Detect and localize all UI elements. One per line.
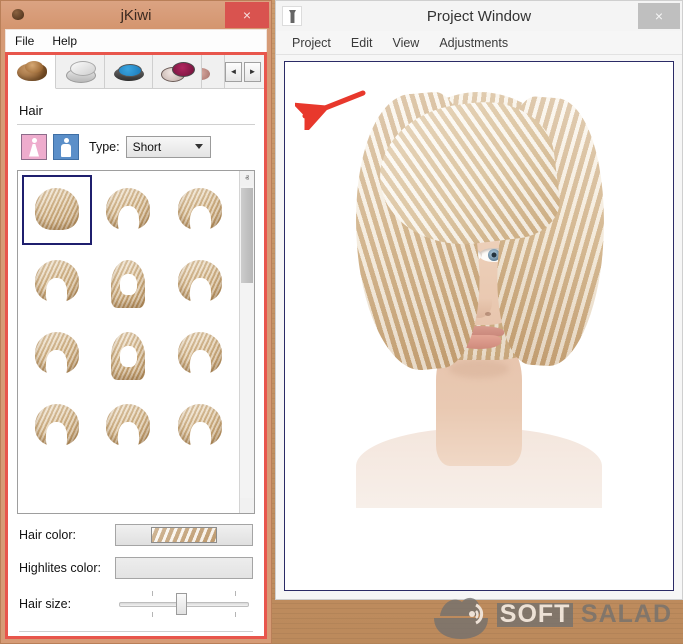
- pink-compact-tab-icon: [158, 59, 196, 85]
- hair-style-item-3[interactable]: [165, 175, 235, 245]
- jkiwi-menubar: File Help: [5, 29, 267, 52]
- silver-compact-tab-icon: [61, 59, 99, 85]
- hair-style-item-12[interactable]: [165, 391, 235, 461]
- tab-scroll-controls: ◄ ►: [225, 55, 264, 88]
- scrollbar-track[interactable]: [240, 186, 254, 498]
- hair-color-swatch[interactable]: [115, 524, 253, 546]
- gender-male-button[interactable]: [53, 134, 79, 160]
- jkiwi-window-title: jKiwi: [1, 7, 271, 24]
- hair-style-item-7[interactable]: [22, 319, 92, 389]
- hair-style-item-4[interactable]: [22, 247, 92, 317]
- type-label: Type:: [89, 140, 120, 154]
- tab-pink-compact[interactable]: [153, 55, 201, 88]
- hair-style-grid: [18, 171, 239, 513]
- slider-tick: [235, 591, 236, 596]
- watermark-line-2: SALAD: [578, 603, 675, 627]
- project-canvas[interactable]: [284, 61, 674, 591]
- scroll-down-arrow-icon[interactable]: ⱟ: [240, 498, 254, 513]
- hair-panel: Hair Type: Short: [8, 89, 264, 636]
- category-tab-strip: ◄ ►: [8, 55, 264, 89]
- highlites-color-label: Highlites color:: [19, 561, 115, 575]
- hair-style-grid-container: ⱏ ⱟ: [17, 170, 255, 514]
- menu-item-view[interactable]: View: [382, 33, 429, 53]
- hair-grid-scrollbar[interactable]: ⱏ ⱟ: [239, 171, 254, 513]
- male-person-icon: [60, 138, 72, 157]
- hair-thumbnail: [102, 256, 154, 308]
- hair-thumbnail: [31, 256, 83, 308]
- project-menubar: Project Edit View Adjustments: [276, 31, 682, 55]
- partial-tab-icon: [202, 59, 224, 85]
- hair-size-slider[interactable]: [115, 590, 253, 618]
- slider-tick: [235, 612, 236, 617]
- watermark-text: SOFT SALAD: [497, 603, 675, 627]
- project-window-title: Project Window: [276, 8, 682, 25]
- tab-next-arrow-icon[interactable]: ►: [244, 62, 261, 82]
- slider-tick: [152, 612, 153, 617]
- project-window: Project Window × Project Edit View Adjus…: [275, 0, 683, 600]
- hair-thumbnail: [102, 328, 154, 380]
- hair-thumbnail: [102, 400, 154, 452]
- menu-item-file[interactable]: File: [6, 32, 43, 50]
- scrollbar-thumb[interactable]: [241, 188, 253, 283]
- hair-style-item-6[interactable]: [165, 247, 235, 317]
- hair-color-row: Hair color:: [17, 524, 255, 546]
- hair-size-label: Hair size:: [19, 597, 115, 611]
- chevron-down-icon: [195, 144, 203, 149]
- project-titlebar[interactable]: Project Window ×: [276, 1, 682, 31]
- tab-partial[interactable]: [202, 55, 225, 88]
- hair-style-item-10[interactable]: [22, 391, 92, 461]
- menu-item-edit[interactable]: Edit: [341, 33, 383, 53]
- hair-style-item-9[interactable]: [165, 319, 235, 389]
- scroll-up-arrow-icon[interactable]: ⱏ: [240, 171, 254, 186]
- tab-blue-eyeshadow[interactable]: [105, 55, 153, 88]
- watermark-line-1: SOFT: [497, 603, 574, 627]
- hair-thumbnail: [174, 328, 226, 380]
- hair-style-item-8[interactable]: [94, 319, 164, 389]
- gender-female-button[interactable]: [21, 134, 47, 160]
- hair-color-label: Hair color:: [19, 528, 115, 542]
- highlites-color-row: Highlites color:: [17, 557, 255, 579]
- jkiwi-titlebar[interactable]: jKiwi ×: [1, 1, 271, 29]
- canvas-area: [276, 55, 682, 599]
- jkiwi-content-frame: ◄ ► Hair Type: Shor: [5, 52, 267, 639]
- jkiwi-window: jKiwi × File Help ◄ ►: [0, 0, 272, 644]
- hair-size-row: Hair size:: [17, 590, 255, 618]
- hair-style-item-2[interactable]: [94, 175, 164, 245]
- highlites-color-swatch[interactable]: [115, 557, 253, 579]
- hair-thumbnail: [31, 184, 83, 236]
- tab-hair[interactable]: [8, 55, 56, 89]
- menu-item-help[interactable]: Help: [43, 32, 86, 50]
- hair-thumbnail: [102, 184, 154, 236]
- gender-and-type-row: Type: Short: [17, 134, 255, 160]
- female-person-icon: [28, 138, 40, 157]
- menu-item-project[interactable]: Project: [282, 33, 341, 53]
- tab-prev-arrow-icon[interactable]: ◄: [225, 62, 242, 82]
- hair-style-item-11[interactable]: [94, 391, 164, 461]
- slider-thumb[interactable]: [176, 593, 187, 615]
- panel-bottom-divider: [19, 631, 253, 632]
- hair-style-item-1[interactable]: [22, 175, 92, 245]
- section-divider: [17, 124, 255, 125]
- hair-style-item-5[interactable]: [94, 247, 164, 317]
- portrait-render: [350, 68, 608, 500]
- hair-thumbnail: [174, 256, 226, 308]
- hair-thumbnail: [31, 400, 83, 452]
- hair-thumbnail: [174, 184, 226, 236]
- slider-tick: [152, 591, 153, 596]
- hair-tab-icon: [13, 59, 51, 85]
- type-select-value: Short: [133, 140, 162, 154]
- panel-section-title: Hair: [17, 95, 255, 124]
- hair-thumbnail: [31, 328, 83, 380]
- chin-shadow: [449, 360, 509, 378]
- salad-bowl-icon: [432, 590, 490, 640]
- menu-item-adjustments[interactable]: Adjustments: [429, 33, 518, 53]
- blue-eyeshadow-tab-icon: [110, 59, 148, 85]
- watermark: SOFT SALAD: [432, 590, 675, 640]
- type-select[interactable]: Short: [126, 136, 211, 158]
- hair-color-sample: [151, 527, 217, 543]
- hair-thumbnail: [174, 400, 226, 452]
- tab-silver-compact[interactable]: [56, 55, 104, 88]
